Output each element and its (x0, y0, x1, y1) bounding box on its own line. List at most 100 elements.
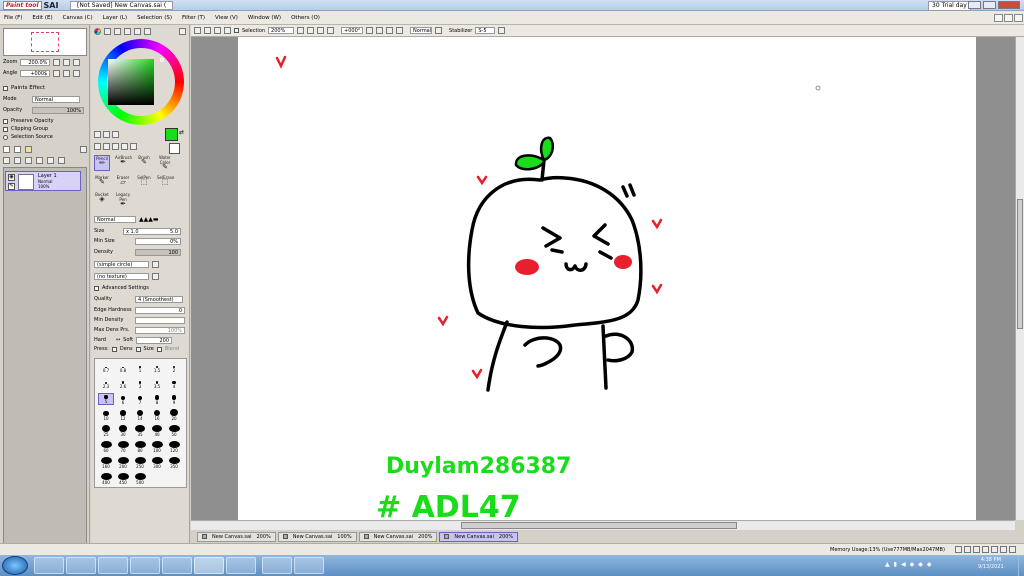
brush-size-preset[interactable]: 0.8 (115, 361, 131, 373)
brush-size-preset[interactable]: 350 (166, 457, 182, 469)
canvas-tab[interactable]: New Canvas.sai 200% (197, 531, 276, 542)
volume-icon[interactable]: ◀ (901, 561, 906, 568)
explorer-taskbar-icon[interactable] (34, 557, 64, 574)
size-multiplier[interactable]: x 1.0 (126, 229, 139, 235)
navigator-viewport[interactable] (31, 32, 59, 52)
menu-window[interactable]: Window (W) (248, 15, 281, 21)
swatches-mode-icon[interactable] (134, 28, 141, 35)
brush-size-preset[interactable]: 100 (149, 441, 165, 453)
lasso-icon[interactable] (103, 131, 110, 138)
menu-filter[interactable]: Filter (T) (182, 15, 205, 21)
brush-texture-options-icon[interactable] (152, 272, 159, 280)
selection-checkbox[interactable] (234, 28, 239, 33)
collapse-icon[interactable] (3, 85, 8, 91)
brush-size-preset[interactable]: 50 (166, 425, 182, 437)
rotate-reset-icon[interactable] (386, 27, 394, 34)
tray-app-icon[interactable]: ◆ (918, 561, 923, 568)
tool-selpen[interactable]: SelPen ⬚ (136, 175, 152, 191)
flip-icon[interactable] (396, 27, 404, 34)
edge-hardness-slider[interactable]: 0 (135, 306, 185, 314)
brush-size-preset[interactable]: 30 (115, 425, 131, 437)
brush-shape-select[interactable]: (simple circle) (94, 260, 149, 268)
hard-soft-slider[interactable]: 200 (136, 336, 173, 344)
size-slider[interactable]: x 1.0 5.0 (123, 227, 181, 235)
marquee-icon[interactable] (94, 131, 101, 138)
view-mode-options-icon[interactable] (435, 27, 443, 34)
advanced-settings-header[interactable]: Advanced Settings (94, 284, 187, 292)
tool-marker[interactable]: Marker ✎ (94, 175, 110, 191)
paints-effect-header[interactable]: Paints Effect (3, 84, 87, 92)
tray-arrow-icon[interactable]: ▲ (885, 561, 890, 568)
brush-size-preset[interactable]: 2 (166, 361, 182, 373)
clear-layer-icon[interactable] (25, 156, 32, 164)
new-layer-icon[interactable] (3, 145, 10, 153)
status-button[interactable] (1000, 546, 1007, 553)
blend-mode-select[interactable]: Normal (94, 215, 136, 223)
brush-size-preset[interactable]: 160 (98, 457, 114, 469)
press-size-checkbox[interactable] (135, 346, 141, 352)
horizontal-scroll-thumb[interactable] (461, 522, 737, 529)
app-taskbar-icon[interactable] (262, 557, 292, 574)
canvas-workspace[interactable]: Duylam286387 # ADL47 (191, 37, 1015, 520)
stabilizer-options-icon[interactable] (498, 27, 506, 34)
app-taskbar-icon[interactable] (226, 557, 256, 574)
max-press-slider[interactable]: 100% (135, 326, 185, 334)
brush-shape-icons[interactable]: ▲▲▲▬ (139, 216, 159, 223)
brush-size-preset[interactable]: 35 (132, 425, 148, 437)
tool-selerase[interactable]: SelErase ⬚ (157, 175, 174, 191)
brush-size-preset[interactable]: 9 (166, 393, 182, 405)
menu-edit[interactable]: Edit (E) (32, 15, 52, 21)
panel-close-icon[interactable] (179, 28, 186, 35)
canvas-tab-active[interactable]: New Canvas.sai 200% (439, 531, 519, 542)
rotate-reset-icon[interactable] (73, 69, 81, 77)
zoom-reset-icon[interactable] (73, 58, 81, 66)
media-player-taskbar-icon[interactable] (66, 557, 96, 574)
merge-down-icon[interactable] (14, 156, 21, 164)
collapse-icon[interactable] (94, 285, 99, 291)
hsv-slider-mode-icon[interactable] (114, 28, 121, 35)
angle-field[interactable]: +000$ (20, 69, 51, 77)
brush-size-preset[interactable]: 120 (166, 441, 182, 453)
apply-mask-icon[interactable] (47, 156, 54, 164)
angle-select[interactable]: +000° (341, 27, 364, 34)
layer-list[interactable]: ◉ ✎ Layer 1 Normal 100% (3, 167, 87, 563)
zoom-fit-icon[interactable] (327, 27, 335, 34)
brush-size-preset[interactable]: 14 (132, 409, 148, 421)
brush-size-preset[interactable]: 1.5 (149, 361, 165, 373)
color-mixer-mode-icon[interactable] (124, 28, 131, 35)
primary-color-swatch[interactable] (165, 128, 178, 141)
brush-size-grid[interactable]: 0.7 0.8 1 1.5 2 2.3 2.6 3 3.5 4 5 6 7 8 9 10 12 14 16 20 25 3… (94, 358, 187, 488)
brush-size-preset[interactable]: 500 (132, 473, 148, 485)
zoom-out-icon[interactable] (53, 58, 61, 66)
layer-mask-icon[interactable] (58, 156, 65, 164)
tool-eraser[interactable]: Eraser ▱ (115, 175, 131, 191)
hand-icon[interactable] (121, 143, 128, 150)
color-wheel-mode-icon[interactable] (94, 28, 101, 35)
menu-view[interactable]: View (V) (215, 15, 238, 21)
brush-size-preset[interactable]: 3.5 (149, 377, 165, 389)
brush-size-preset[interactable]: 6 (115, 393, 131, 405)
canvas-toolbar-button[interactable] (194, 27, 201, 34)
menu-layer[interactable]: Layer (L) (103, 15, 127, 21)
maximize-button[interactable] (983, 1, 996, 9)
app-taskbar-icon[interactable] (294, 557, 324, 574)
brush-size-preset[interactable]: 450 (115, 473, 131, 485)
tool-bucket[interactable]: Bucket ◈ (94, 192, 110, 208)
brush-size-preset[interactable]: 1 (132, 361, 148, 373)
scratchpad-mode-icon[interactable] (144, 28, 151, 35)
mdi-restore-button[interactable] (1004, 14, 1013, 22)
rotate-left-icon[interactable] (366, 27, 374, 34)
tool-airbrush[interactable]: AirBrush ✒ (115, 155, 132, 171)
zoom-select[interactable]: 200% (268, 27, 295, 34)
navigator-preview[interactable] (3, 28, 87, 56)
swap-colors-icon[interactable]: ⇄ (179, 129, 184, 136)
zoom-icon[interactable] (103, 143, 110, 150)
tray-app-icon[interactable]: ◆ (910, 561, 915, 568)
selection-source-row[interactable]: Selection Source (3, 133, 87, 141)
tool-brush[interactable]: Brush ✎ (136, 155, 152, 171)
tool-legacy-pen[interactable]: Legacy Pen ✒ (115, 192, 131, 208)
brush-size-preset[interactable]: 0.7 (98, 361, 114, 373)
status-button[interactable] (964, 546, 971, 553)
quality-select[interactable]: 4 (Smoothest) (135, 295, 183, 303)
mdi-minimize-button[interactable] (994, 14, 1003, 22)
